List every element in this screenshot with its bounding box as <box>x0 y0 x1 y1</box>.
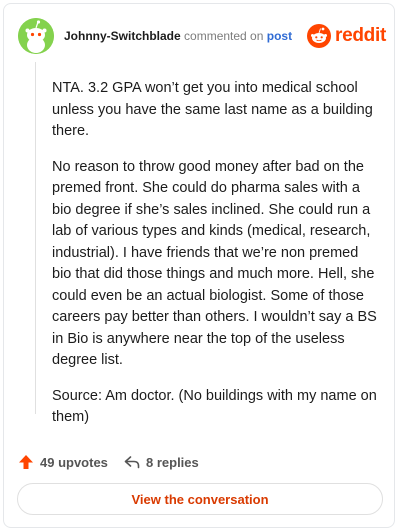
reddit-logo-text: reddit <box>335 25 386 46</box>
comment-body: NTA. 3.2 GPA won’t get you into medical … <box>52 78 377 443</box>
comment-header: Johnny-Switchblade commented on post red… <box>18 18 386 54</box>
author-name[interactable]: Johnny-Switchblade <box>64 29 181 43</box>
commented-on-text: commented on <box>184 29 264 43</box>
comment-paragraph: Source: Am doctor. (No buildings with my… <box>52 387 377 426</box>
reddit-logo[interactable]: reddit <box>307 24 386 48</box>
snoo-avatar-icon <box>18 18 54 54</box>
comment-paragraph: NTA. 3.2 GPA won’t get you into medical … <box>52 80 373 139</box>
upvote-count: 49 upvotes <box>40 454 108 470</box>
author-line: Johnny-Switchblade commented on post <box>64 29 292 43</box>
comment-card: Johnny-Switchblade commented on post red… <box>3 3 395 528</box>
thread-line <box>35 62 36 414</box>
avatar[interactable] <box>18 18 54 54</box>
reply-icon <box>124 456 140 469</box>
replies[interactable]: 8 replies <box>124 454 199 470</box>
upvotes[interactable]: 49 upvotes <box>18 454 108 470</box>
comment-footer: 49 upvotes 8 replies <box>18 454 378 474</box>
reddit-logo-icon <box>307 24 332 48</box>
upvote-arrow-icon <box>19 455 33 469</box>
post-link[interactable]: post <box>267 29 292 43</box>
reply-count: 8 replies <box>146 454 199 470</box>
comment-paragraph: No reason to throw good money after bad … <box>52 158 377 369</box>
view-conversation-button[interactable]: View the conversation <box>17 483 383 515</box>
